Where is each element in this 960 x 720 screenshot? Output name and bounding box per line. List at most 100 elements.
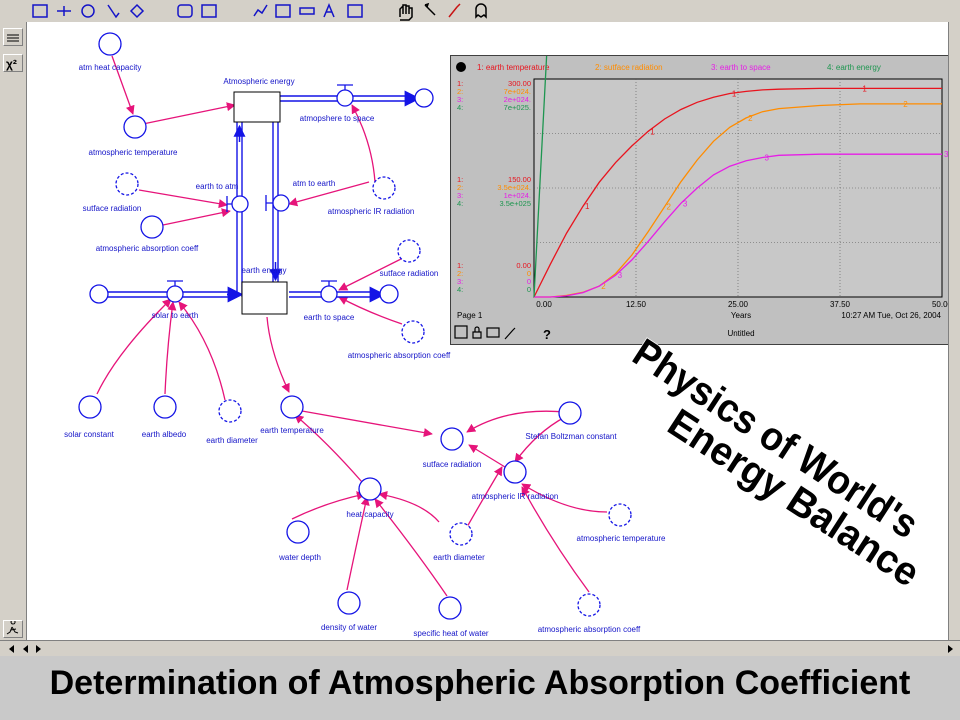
scale-series-number: 4: [457,199,463,208]
label: specific heat of water [413,629,488,638]
label: solar constant [64,430,115,439]
caption: Determination of Atmospheric Absorption … [49,664,911,702]
label: earth albedo [142,430,187,439]
series-marker: 1 [585,202,590,211]
converter-atmospheric-ir-radiation[interactable] [503,460,527,484]
label: density of water [321,623,377,632]
label: earth energy [242,266,287,275]
graph-pad-window[interactable]: 1: earth temperature 2: sutface radiatio… [450,0,955,345]
picture-tool-icon[interactable] [347,4,363,18]
caption-bar: Determination of Atmospheric Absorption … [0,656,960,720]
scroll-right-icon[interactable] [36,645,41,653]
label: Stefan Boltzman constant [525,432,617,441]
x-tick-label: 12.50 [626,300,647,309]
converter-earth-diameter-ghost[interactable] [218,399,242,423]
label: earth diameter [206,436,258,445]
toolbar-icons [32,2,487,21]
graph-tool-icon[interactable] [253,4,268,17]
series-marker: 3 [618,271,623,280]
converter-atmospheric-temperature[interactable] [123,115,147,139]
connector [266,316,290,393]
dynamite-tool-icon[interactable] [448,3,461,18]
converter-solar-constant[interactable] [78,395,102,419]
valve-atmosphere-to-space[interactable] [336,89,354,107]
series-marker: 1 [862,84,867,93]
label: sutface radiation [423,460,482,469]
converter-density-of-water[interactable] [337,591,361,615]
numeric-display-tool-icon[interactable] [299,7,315,15]
stock-tool-icon[interactable] [32,4,48,18]
connector-tool-icon[interactable] [107,4,120,19]
label: earth to atm [196,182,239,191]
label: atm heat capacity [79,63,142,72]
converter-atmospheric-absorption-coeff-ghost-2[interactable] [577,593,601,617]
sector-tool-icon[interactable] [201,4,217,18]
label: atmospheric temperature [89,148,178,157]
converter-heat-capacity[interactable] [358,477,382,501]
scroll-left-icon[interactable] [5,644,14,654]
cloud-sink-icon[interactable] [414,88,434,108]
timestamp: 10:27 AM Tue, Oct 26, 2004 [841,311,941,320]
converter-water-depth[interactable] [286,520,310,544]
side-tool-panel: χ² [0,22,27,640]
label: sutface radiation [380,269,439,278]
decision-tool-icon[interactable] [129,3,145,19]
scale-series-number: 4: [457,285,463,294]
text-tool-icon[interactable] [323,3,335,18]
scale-value: 7e+025. [504,103,531,112]
label: atmospheric absorption coeff [96,244,199,253]
label: earth to space [304,313,355,322]
valve-atm-to-earth[interactable] [272,194,290,212]
scroll-up-button[interactable] [3,28,23,46]
converter-sutface-radiation[interactable] [440,427,464,451]
valve-earth-to-space[interactable] [320,285,338,303]
converter-atmospheric-absorption-coeff[interactable] [140,215,164,239]
module-tool-icon[interactable] [177,4,193,18]
converter-earth-albedo[interactable] [153,395,177,419]
valve-earth-to-atm[interactable] [231,195,249,213]
converter-sutface-radiation-ghost-2[interactable] [397,239,421,263]
page-label: Page 1 [457,311,483,320]
legend-entry: 1: earth temperature [477,63,550,72]
converter-sutface-radiation-ghost[interactable] [115,172,139,196]
x-tick-label: 25.00 [728,300,749,309]
graph-options-icon[interactable] [456,62,466,72]
stock-earth-energy[interactable] [241,281,288,315]
label: atm to earth [293,179,336,188]
converter-atm-heat-capacity[interactable] [98,32,122,56]
paintbrush-tool-icon[interactable] [424,2,436,16]
label: atmospheric IR radiation [472,492,559,501]
tool-palette [0,0,960,23]
legend-entry: 4: earth energy [827,63,881,72]
label: atmospheric absorption coeff [348,351,451,360]
converter-earth-temperature[interactable] [280,395,304,419]
series-marker: 3 [764,153,769,162]
label: sutface radiation [83,204,142,213]
converter-tool-icon[interactable] [81,4,95,18]
table-tool-icon[interactable] [275,4,291,18]
label: water depth [278,553,321,562]
label: atmospheric IR radiation [328,207,415,216]
converter-atmospheric-absorption-coeff-ghost[interactable] [401,320,425,344]
converter-earth-diameter-ghost-2[interactable] [449,522,473,546]
help-button[interactable]: ? [543,327,551,342]
cloud-source-icon[interactable] [89,284,109,304]
valve-solar-to-earth[interactable] [166,285,184,303]
ghost-tool-icon[interactable] [475,3,487,19]
scroll-left-icon[interactable] [23,645,28,653]
series-marker: 2 [903,100,908,109]
svg-text:χ²: χ² [6,57,17,71]
converter-atmospheric-ir-radiation-ghost[interactable] [372,176,396,200]
stock-atmospheric-energy[interactable] [233,91,281,123]
label: heat capacity [346,510,393,519]
converter-specific-heat-of-water[interactable] [438,596,462,620]
chi-square-button[interactable]: χ² [3,54,23,72]
x-tick-label: 0.00 [536,300,552,309]
x-tick-label: 37.50 [830,300,851,309]
cloud-sink-icon[interactable] [379,284,399,304]
hand-tool-icon[interactable] [399,4,413,21]
converter-stefan-boltzman-constant[interactable] [558,401,582,425]
run-icon[interactable] [3,619,23,638]
label: Atmospheric energy [223,77,294,86]
flow-tool-icon[interactable] [57,6,71,16]
